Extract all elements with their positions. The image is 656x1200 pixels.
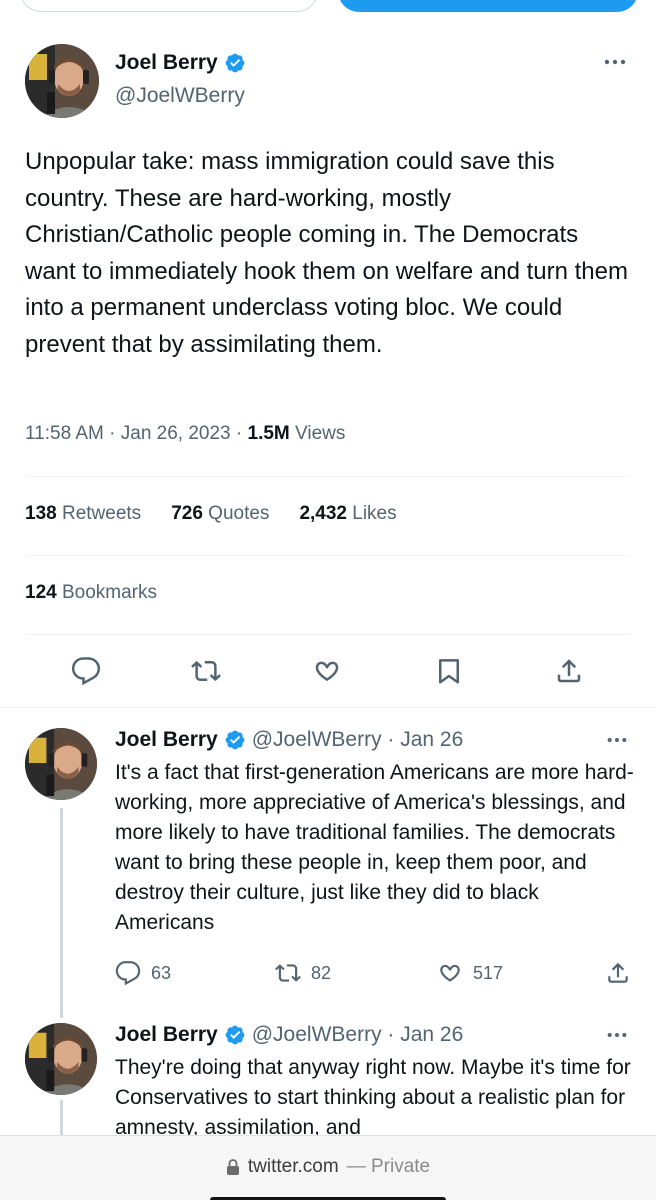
heart-icon: [440, 964, 460, 982]
private-label: — Private: [346, 1156, 431, 1177]
avatar-image: [25, 1023, 97, 1095]
reply-button[interactable]: [71, 656, 101, 686]
quotes-count: 726: [171, 503, 203, 524]
avatar[interactable]: [25, 728, 97, 800]
tweet-timestamp[interactable]: 11:58 AM · Jan 26, 2023 ·: [25, 423, 248, 444]
author-name[interactable]: Joel Berry: [115, 51, 218, 75]
retweets-count: 138: [25, 503, 57, 524]
retweet-count: 82: [311, 962, 332, 983]
reply-tweet[interactable]: Joel Berry @JoelWBerry · Jan 26 They're …: [0, 1023, 656, 1135]
quotes-stat[interactable]: 726 Quotes: [171, 503, 269, 525]
retweet-button[interactable]: 82: [275, 960, 331, 986]
avatar-image: [25, 44, 99, 118]
author-handle[interactable]: @JoelWBerry: [115, 84, 245, 108]
likes-count: 2,432: [299, 503, 347, 524]
views-count: 1.5M: [247, 423, 290, 444]
browser-address-bar[interactable]: twitter.com — Private: [0, 1135, 656, 1200]
lock-icon: [226, 1159, 239, 1175]
reply-icon: [71, 657, 101, 686]
verified-badge-icon: [225, 730, 245, 750]
avatar[interactable]: [25, 44, 99, 118]
reply-tweet[interactable]: Joel Berry @JoelWBerry · Jan 26 It's a f…: [0, 728, 656, 1018]
reply-count: 63: [151, 962, 172, 983]
reply-text: They're doing that anyway right now. May…: [115, 1056, 631, 1135]
likes-stat[interactable]: 2,432 Likes: [299, 503, 396, 525]
bookmarks-stat[interactable]: 124 Bookmarks: [25, 582, 157, 604]
retweet-button[interactable]: [191, 656, 221, 686]
reply-text: It's a fact that first-generation Americ…: [115, 761, 634, 934]
divider: [25, 476, 630, 477]
reply-action-bar: 63 82 517: [115, 960, 635, 988]
tweet-metadata: 11:58 AM · Jan 26, 2023 · 1.5M Views: [25, 423, 345, 445]
handle-and-date[interactable]: @JoelWBerry · Jan 26: [252, 1023, 464, 1047]
share-button[interactable]: [554, 656, 584, 686]
retweet-icon: [275, 964, 301, 982]
more-options-icon[interactable]: [603, 58, 627, 66]
retweets-label: Retweets: [56, 503, 142, 524]
follow-secondary-button[interactable]: [20, 0, 318, 12]
reply-icon: [115, 961, 141, 986]
reply-header: Joel Berry @JoelWBerry · Jan 26: [115, 728, 463, 752]
divider: [25, 634, 630, 635]
more-options-icon[interactable]: [606, 1031, 628, 1039]
like-count: 517: [473, 962, 504, 983]
views-label: Views: [289, 423, 346, 444]
share-icon: [608, 962, 628, 983]
bookmarks-label: Bookmarks: [56, 582, 158, 603]
more-options-icon[interactable]: [606, 736, 628, 744]
share-icon: [557, 659, 581, 683]
share-button[interactable]: [605, 960, 631, 986]
author-name[interactable]: Joel Berry: [115, 728, 218, 752]
url-domain: twitter.com: [247, 1156, 339, 1177]
heart-icon: [315, 661, 339, 682]
bookmarks-count: 124: [25, 582, 57, 603]
likes-label: Likes: [346, 503, 397, 524]
like-button[interactable]: 517: [437, 960, 503, 986]
verified-badge-icon: [225, 53, 245, 73]
avatar[interactable]: [25, 1023, 97, 1095]
tweet-text: Unpopular take: mass immigration could s…: [25, 148, 628, 358]
reply-button[interactable]: 63: [115, 960, 171, 986]
divider: [25, 555, 630, 556]
retweets-stat[interactable]: 138 Retweets: [25, 503, 141, 525]
engagement-stats: 138 Retweets 726 Quotes 2,432 Likes: [25, 503, 397, 525]
author-name-row[interactable]: Joel Berry: [115, 51, 246, 75]
quotes-label: Quotes: [202, 503, 270, 524]
like-button[interactable]: [312, 656, 342, 686]
divider: [0, 707, 656, 708]
bookmark-button[interactable]: [434, 656, 464, 686]
author-name[interactable]: Joel Berry: [115, 1023, 218, 1047]
url-display[interactable]: twitter.com — Private: [0, 1156, 656, 1178]
avatar-image: [25, 728, 97, 800]
main-tweet-header: Joel Berry @JoelWBerry: [25, 44, 635, 124]
retweet-icon: [191, 660, 221, 682]
verified-badge-icon: [225, 1025, 245, 1045]
bookmark-icon: [439, 659, 459, 684]
reply-header: Joel Berry @JoelWBerry · Jan 26: [115, 1023, 463, 1047]
tweet-action-bar: [0, 656, 656, 690]
handle-and-date[interactable]: @JoelWBerry · Jan 26: [252, 728, 464, 752]
follow-primary-button[interactable]: [338, 0, 638, 12]
